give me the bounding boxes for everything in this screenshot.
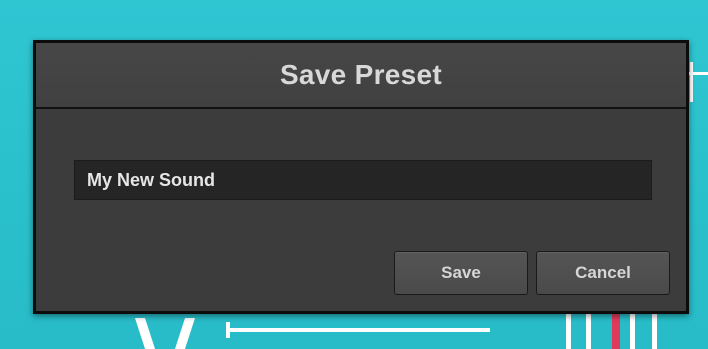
dialog-title: Save Preset xyxy=(279,59,443,90)
save-button-label: Save xyxy=(441,263,481,282)
artwork-bar-4 xyxy=(652,314,657,349)
preset-name-input[interactable] xyxy=(74,160,652,200)
cancel-button-label: Cancel xyxy=(575,263,631,282)
artwork-a-left-leg xyxy=(134,318,156,349)
artwork-tick-top xyxy=(690,62,693,102)
save-preset-dialog: Save Preset Save Cancel xyxy=(33,40,689,314)
artwork-arrow-left xyxy=(226,322,230,338)
dialog-title-bar: Save Preset xyxy=(36,43,686,109)
save-button[interactable]: Save xyxy=(394,251,528,295)
artwork-bar-2 xyxy=(586,314,591,349)
cancel-button[interactable]: Cancel xyxy=(536,251,670,295)
artwork-bar-3 xyxy=(630,314,635,349)
artwork-bar-1 xyxy=(566,314,571,349)
artwork-accent-bar xyxy=(612,314,620,349)
artwork-line-bottom xyxy=(228,328,490,332)
artwork-a-right-leg xyxy=(174,318,196,349)
